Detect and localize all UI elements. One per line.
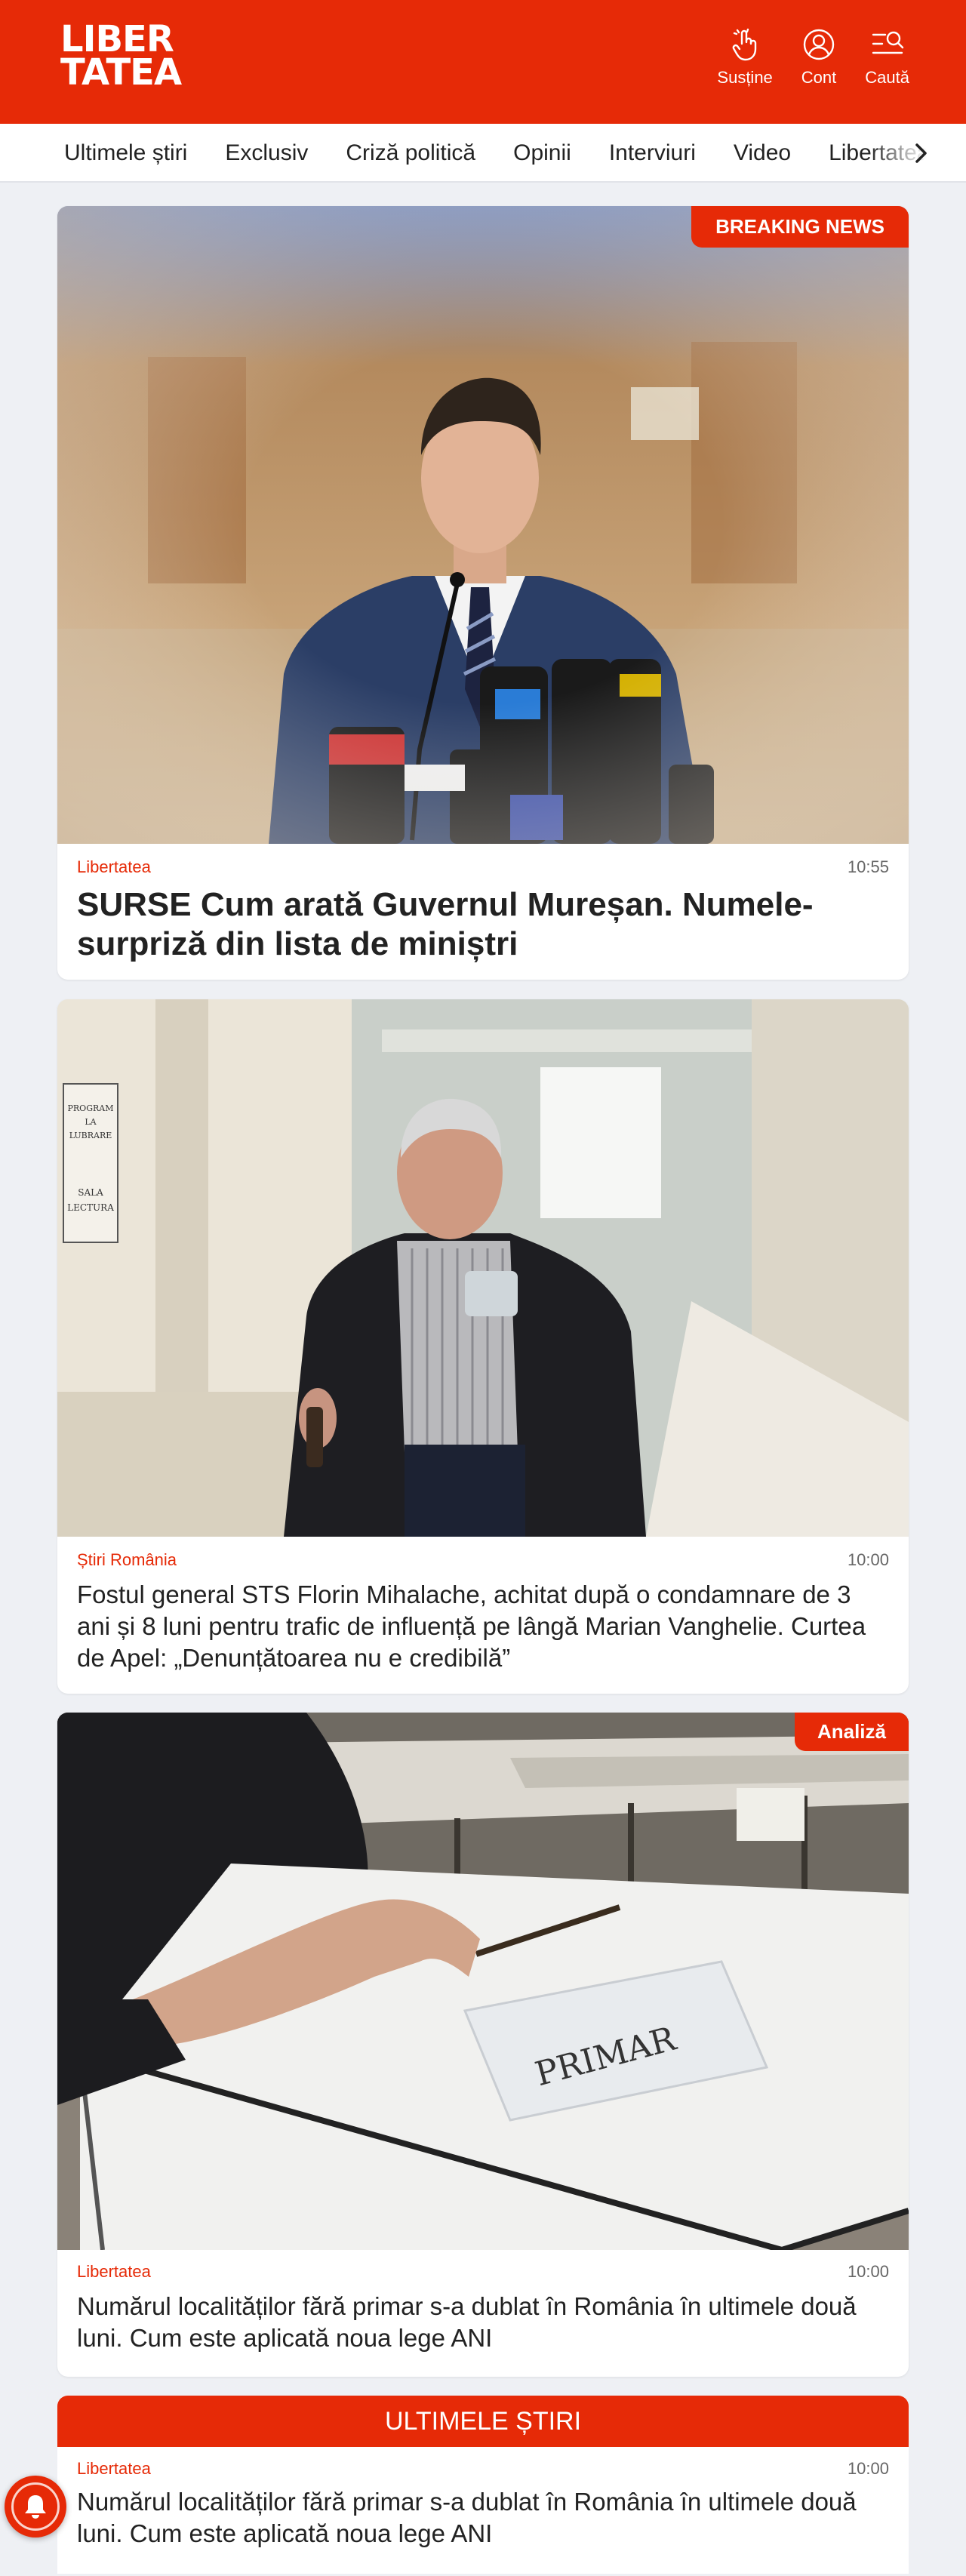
article-image-2[interactable]: PROGRAM LA LUBRARE SALA LECTURA xyxy=(57,999,909,1537)
article-category[interactable]: Știri România xyxy=(77,1550,177,1570)
site-header: LIBER TATEA Susține Cont Caută xyxy=(0,0,966,124)
hand-icon xyxy=(732,28,757,61)
latest-news-section: ULTIMELE ȘTIRI Libertatea 10:00 Numărul … xyxy=(57,2396,909,2574)
latest-item-category[interactable]: Libertatea xyxy=(77,2459,151,2479)
latest-item-meta: Libertatea 10:00 xyxy=(77,2459,889,2479)
sign-text-lectura: LECTURA xyxy=(67,1202,114,1213)
article-category[interactable]: Libertatea xyxy=(77,857,151,877)
article-card-3[interactable]: PRIMAR Analiză Libertatea 10:00 Numărul … xyxy=(57,1713,909,2377)
bell-icon xyxy=(25,2495,46,2519)
article-time: 10:00 xyxy=(847,1550,889,1569)
bell-ring xyxy=(11,2482,60,2531)
article-meta-1: Libertatea 10:55 xyxy=(77,857,889,877)
nav-item-criza-politica[interactable]: Criză politică xyxy=(346,140,475,166)
header-actions: Susține Cont Caută xyxy=(717,27,909,88)
notification-bell-button[interactable] xyxy=(5,2476,66,2538)
sign-text-sala: SALA xyxy=(78,1187,103,1198)
nav-item-interviuri[interactable]: Interviuri xyxy=(609,140,696,166)
article-card-2[interactable]: PROGRAM LA LUBRARE SALA LECTURA Știri Ro… xyxy=(57,999,909,1694)
article-image-1[interactable]: BREAKING NEWS xyxy=(57,206,909,844)
support-button[interactable]: Susține xyxy=(717,27,773,88)
nav-items: Ultimele știri Exclusiv Criză politică O… xyxy=(64,124,930,181)
nav-item-opinii[interactable]: Opinii xyxy=(513,140,571,166)
support-label: Susține xyxy=(717,68,773,87)
search-menu-icon xyxy=(872,31,903,54)
search-label: Caută xyxy=(865,68,909,87)
nav-item-exclusiv[interactable]: Exclusiv xyxy=(225,140,308,166)
article-meta-3: Libertatea 10:00 xyxy=(77,2262,889,2282)
nav-item-ultimele-stiri[interactable]: Ultimele știri xyxy=(64,140,187,166)
article-meta-2: Știri România 10:00 xyxy=(77,1550,889,1570)
press-conference-photo xyxy=(57,206,909,844)
sign-text-program: PROGRAM xyxy=(68,1103,114,1113)
article-category[interactable]: Libertatea xyxy=(77,2262,151,2282)
article-image-3[interactable]: PRIMAR Analiză xyxy=(57,1713,909,2250)
article-time: 10:55 xyxy=(847,857,889,876)
account-button[interactable]: Cont xyxy=(801,27,836,88)
latest-item-time: 10:00 xyxy=(847,2459,889,2478)
section-nav: Ultimele știri Exclusiv Criză politică O… xyxy=(0,124,966,183)
logo-line-2: TATEA xyxy=(60,51,182,94)
latest-news-header[interactable]: ULTIMELE ȘTIRI xyxy=(57,2396,909,2447)
article-title-3[interactable]: Numărul localităților fără primar s-a du… xyxy=(77,2291,878,2354)
article-title-1[interactable]: SURSE Cum arată Guvernul Mureșan. Numele… xyxy=(77,885,878,964)
analysis-badge: Analiză xyxy=(794,1713,909,1751)
account-icon xyxy=(803,29,835,60)
article-title-2[interactable]: Fostul general STS Florin Mihalache, ach… xyxy=(77,1579,878,1674)
man-in-hallway-photo: PROGRAM LA LUBRARE SALA LECTURA xyxy=(57,999,909,1537)
sign-text-lubrare: LUBRARE xyxy=(69,1131,112,1140)
article-time: 10:00 xyxy=(847,2262,889,2281)
chevron-right-icon[interactable] xyxy=(906,138,936,168)
search-button[interactable]: Caută xyxy=(865,27,909,88)
article-card-1[interactable]: BREAKING NEWS Libertatea 10:55 SURSE Cum… xyxy=(57,206,909,980)
account-label: Cont xyxy=(801,68,837,87)
sign-text-la: LA xyxy=(85,1117,97,1127)
breaking-news-badge: BREAKING NEWS xyxy=(691,206,909,248)
latest-item-title[interactable]: Numărul localităților fără primar s-a du… xyxy=(77,2486,878,2550)
latest-news-item[interactable]: Libertatea 10:00 Numărul localităților f… xyxy=(57,2447,909,2574)
ballot-box-photo: PRIMAR xyxy=(57,1713,909,2250)
site-logo[interactable]: LIBER TATEA xyxy=(60,21,182,94)
nav-item-video[interactable]: Video xyxy=(734,140,791,166)
